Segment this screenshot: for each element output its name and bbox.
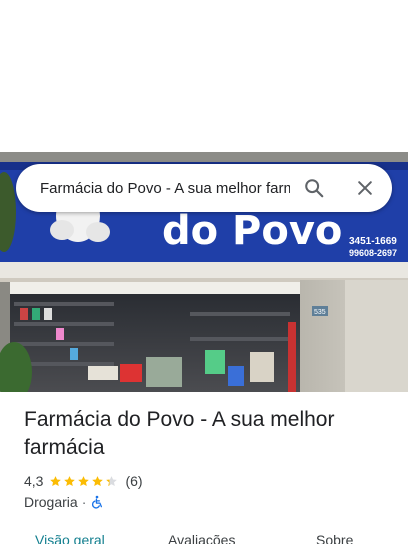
star-icon: [78, 475, 90, 486]
clear-search-button[interactable]: [349, 172, 381, 204]
place-category: Drogaria: [24, 494, 78, 510]
search-button[interactable]: [298, 172, 330, 204]
place-sheet: do Povo 3451-1669 99608-2697 535 Farmáci…: [0, 0, 408, 544]
sign-text: do Povo: [162, 208, 342, 254]
review-count[interactable]: (6): [125, 473, 142, 489]
place-title: Farmácia do Povo - A sua melhor farmácia: [24, 408, 335, 459]
star-icon: [64, 475, 76, 486]
separator-dot: ·: [81, 494, 87, 510]
tab-reviews[interactable]: Avaliações: [168, 532, 235, 544]
sign-phone-1: 3451-1669: [349, 236, 397, 247]
search-icon: [305, 179, 324, 198]
search-input[interactable]: [40, 179, 290, 197]
close-icon: [358, 181, 372, 195]
place-tabs: Visão geral Avaliações Sobre: [0, 528, 408, 544]
rating-value: 4,3: [24, 473, 44, 489]
tab-about[interactable]: Sobre: [316, 532, 353, 544]
street-number: 535: [314, 309, 326, 316]
tab-overview[interactable]: Visão geral: [35, 532, 105, 544]
star-icon: [50, 475, 62, 486]
category-row: Drogaria ·: [24, 492, 104, 512]
search-bar: [16, 164, 392, 212]
star-icon: [106, 475, 118, 486]
wheelchair-icon: [92, 495, 103, 509]
sign-phone-2: 99608-2697: [349, 248, 397, 258]
star-icon: [92, 475, 104, 486]
rating-row[interactable]: 4,3 (6): [24, 471, 143, 491]
rating-stars: [49, 475, 119, 488]
